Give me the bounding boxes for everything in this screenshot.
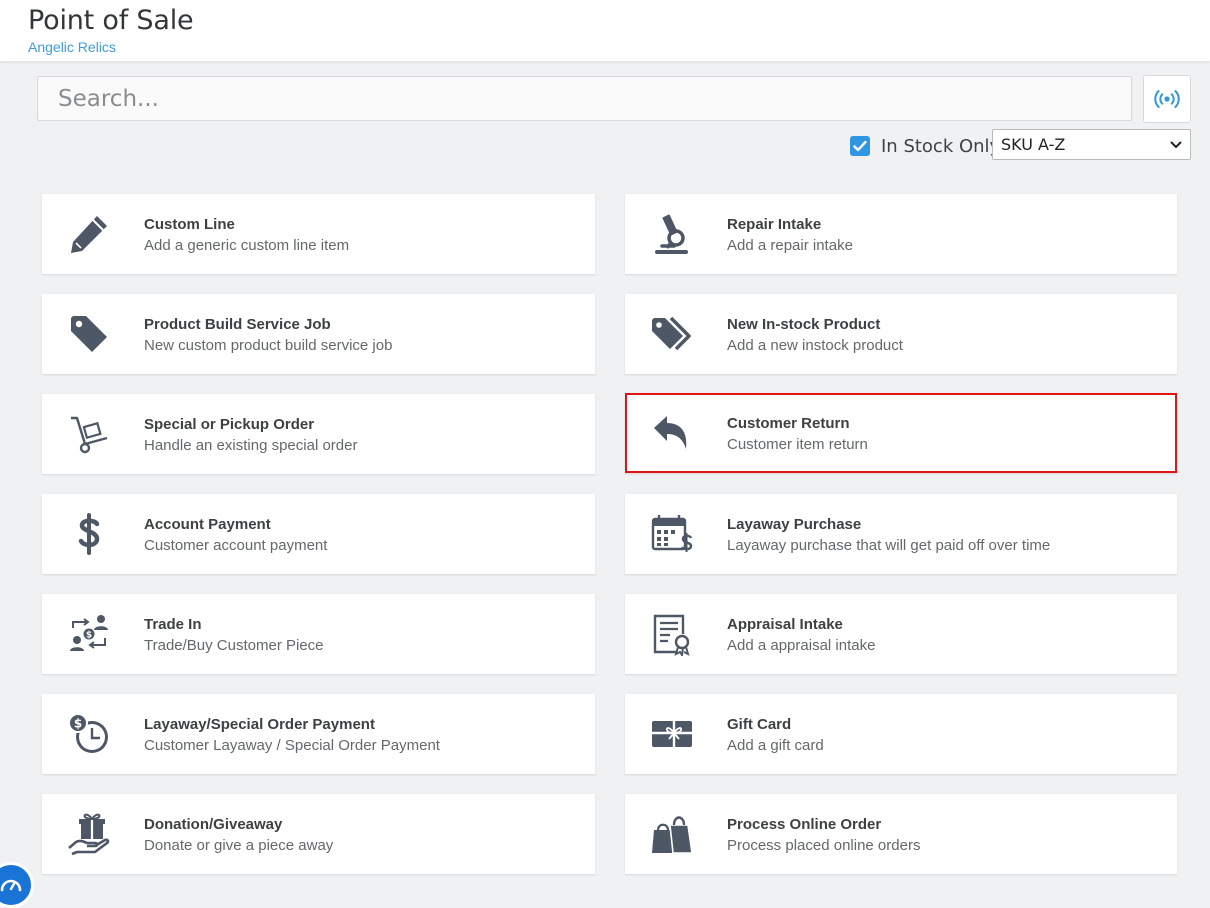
tile-description: Add a generic custom line item bbox=[144, 237, 350, 254]
tile-description: Donate or give a piece away bbox=[144, 837, 334, 854]
tile-repair-intake[interactable]: Repair Intake Add a repair intake bbox=[625, 194, 1177, 274]
tile-description: Add a repair intake bbox=[727, 237, 853, 254]
pencil-icon bbox=[66, 212, 112, 256]
hand-gift-icon bbox=[66, 812, 112, 856]
tile-appraisal-intake[interactable]: Appraisal Intake Add a appraisal intake bbox=[625, 594, 1177, 674]
certificate-icon bbox=[649, 612, 695, 656]
tile-custom-line[interactable]: Custom Line Add a generic custom line it… bbox=[42, 194, 595, 274]
broadcast-icon bbox=[1154, 90, 1180, 108]
tile-title: Layaway Purchase bbox=[727, 516, 862, 533]
trade-exchange-icon: $ bbox=[66, 612, 112, 656]
reply-arrow-icon bbox=[649, 411, 695, 455]
tile-description: Handle an existing special order bbox=[144, 437, 358, 454]
chevron-down-icon bbox=[1170, 141, 1182, 148]
tile-description: Customer account payment bbox=[144, 537, 328, 554]
page-title: Point of Sale bbox=[28, 5, 194, 36]
tile-title: Gift Card bbox=[727, 716, 792, 733]
gift-card-icon bbox=[649, 712, 695, 756]
tile-title: Repair Intake bbox=[727, 216, 822, 233]
tile-description: Add a new instock product bbox=[727, 337, 903, 354]
tile-description: Customer Layaway / Special Order Payment bbox=[144, 737, 440, 754]
svg-text:$: $ bbox=[74, 717, 82, 731]
microscope-icon bbox=[649, 212, 695, 256]
shopping-bags-icon bbox=[649, 812, 695, 856]
tile-title: Trade In bbox=[144, 616, 202, 633]
tile-description: Add a gift card bbox=[727, 737, 824, 754]
tile-title: Special or Pickup Order bbox=[144, 416, 315, 433]
search-input[interactable] bbox=[37, 76, 1132, 121]
tile-title: Product Build Service Job bbox=[144, 316, 331, 333]
tile-trade-in[interactable]: $ Trade In Trade/Buy Customer Piece bbox=[42, 594, 595, 674]
tags-icon bbox=[649, 312, 695, 356]
tile-title: Layaway/Special Order Payment bbox=[144, 716, 375, 733]
check-icon bbox=[853, 140, 867, 152]
store-name[interactable]: Angelic Relics bbox=[28, 39, 116, 55]
calendar-dollar-icon bbox=[649, 512, 695, 556]
speedometer-icon bbox=[0, 879, 22, 892]
tile-product-build-service-job[interactable]: Product Build Service Job New custom pro… bbox=[42, 294, 595, 374]
tile-title: Donation/Giveaway bbox=[144, 816, 283, 833]
tile-donation-giveaway[interactable]: Donation/Giveaway Donate or give a piece… bbox=[42, 794, 595, 874]
help-chat-button[interactable] bbox=[0, 862, 34, 908]
app-header: Point of Sale Angelic Relics bbox=[0, 0, 1210, 61]
sort-select[interactable]: SKU A-Z bbox=[992, 129, 1191, 160]
tile-description: Layaway purchase that will get paid off … bbox=[727, 537, 1051, 554]
hand-truck-icon bbox=[66, 412, 112, 456]
svg-text:$: $ bbox=[86, 631, 92, 641]
tile-layaway-purchase[interactable]: Layaway Purchase Layaway purchase that w… bbox=[625, 494, 1177, 574]
dollar-icon bbox=[66, 512, 112, 556]
in-stock-label: In Stock Only bbox=[881, 135, 1001, 157]
tile-process-online-order[interactable]: Process Online Order Process placed onli… bbox=[625, 794, 1177, 874]
tile-customer-return[interactable]: Customer Return Customer item return bbox=[625, 393, 1177, 473]
tile-gift-card[interactable]: Gift Card Add a gift card bbox=[625, 694, 1177, 774]
tile-description: Trade/Buy Customer Piece bbox=[144, 637, 324, 654]
tile-account-payment[interactable]: Account Payment Customer account payment bbox=[42, 494, 595, 574]
tile-title: Process Online Order bbox=[727, 816, 882, 833]
in-stock-checkbox[interactable] bbox=[850, 136, 870, 156]
tile-special-or-pickup-order[interactable]: Special or Pickup Order Handle an existi… bbox=[42, 394, 595, 474]
tile-description: Add a appraisal intake bbox=[727, 637, 876, 654]
tile-title: Account Payment bbox=[144, 516, 271, 533]
tile-description: Process placed online orders bbox=[727, 837, 921, 854]
broadcast-button[interactable] bbox=[1143, 75, 1191, 123]
tile-title: Custom Line bbox=[144, 216, 235, 233]
tile-layaway-special-order-payment[interactable]: $ Layaway/Special Order Payment Customer… bbox=[42, 694, 595, 774]
tile-title: Appraisal Intake bbox=[727, 616, 843, 633]
clock-dollar-icon: $ bbox=[66, 712, 112, 756]
tile-new-in-stock-product[interactable]: New In-stock Product Add a new instock p… bbox=[625, 294, 1177, 374]
sort-selected-value: SKU A-Z bbox=[1001, 135, 1066, 154]
tile-description: New custom product build service job bbox=[144, 337, 393, 354]
in-stock-filter: In Stock Only bbox=[850, 132, 1000, 160]
tile-description: Customer item return bbox=[727, 436, 868, 453]
tile-title: New In-stock Product bbox=[727, 316, 881, 333]
tag-icon bbox=[66, 312, 112, 356]
tile-title: Customer Return bbox=[727, 415, 850, 432]
